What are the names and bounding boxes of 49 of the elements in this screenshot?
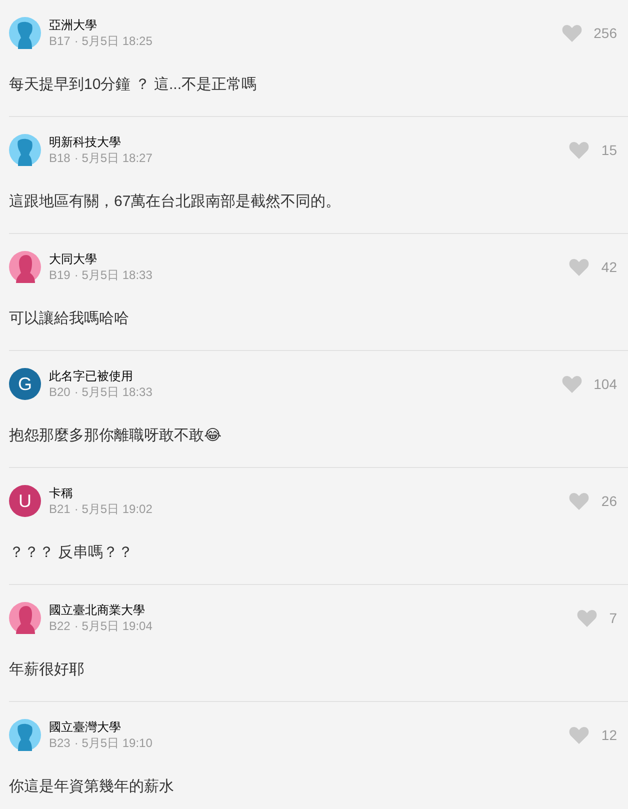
like-count: 104 [594, 376, 617, 392]
floor-number: B23 [49, 735, 70, 751]
post-time: · 5月5日 19:02 [74, 501, 152, 517]
post-time: · 5月5日 18:27 [74, 150, 152, 166]
author-name: 亞洲大學 [49, 17, 98, 33]
floor-number: B22 [49, 618, 70, 634]
floor-number: B18 [49, 150, 70, 166]
heart-icon[interactable] [562, 24, 582, 42]
heart-icon[interactable] [577, 609, 598, 627]
comment-text: 這跟地區有關，67萬在台北跟南部是截然不同的。 [9, 192, 342, 212]
floor-number: B19 [49, 267, 70, 283]
avatar-icon [9, 602, 41, 634]
heart-icon[interactable] [569, 492, 590, 510]
heart-icon[interactable] [569, 726, 590, 744]
heart-icon[interactable] [562, 375, 582, 393]
like-count: 26 [601, 493, 617, 509]
avatar-icon [9, 719, 41, 751]
comment-text: 每天提早到10分鐘 ？ 這...不是正常嗎 [9, 75, 258, 95]
heart-icon[interactable] [569, 141, 590, 159]
like-count: 15 [601, 142, 617, 158]
author-name: 明新科技大學 [49, 134, 122, 150]
heart-icon[interactable] [569, 258, 590, 276]
avatar-icon [9, 251, 41, 283]
floor-number: B20 [49, 384, 70, 400]
author-name: 大同大學 [49, 251, 98, 267]
post-time: · 5月5日 18:33 [74, 384, 152, 400]
author-name: 卡稱 [49, 485, 74, 501]
comment-text: 可以讓給我嗎哈哈 [9, 309, 130, 329]
like-count: 256 [594, 25, 617, 41]
avatar: U [9, 485, 41, 517]
post-time: · 5月5日 19:10 [74, 735, 152, 751]
comment-text: ？？？ 反串嗎？？ [9, 543, 134, 563]
avatar-icon [9, 17, 41, 49]
post-time: · 5月5日 19:04 [74, 618, 152, 634]
post-time: · 5月5日 18:25 [74, 33, 152, 49]
avatar-icon [9, 134, 41, 166]
like-count: 7 [609, 610, 617, 626]
floor-number: B17 [49, 33, 70, 49]
like-count: 42 [601, 259, 617, 275]
comment-text: 年薪很好耶 [9, 660, 85, 680]
avatar: G [9, 368, 41, 400]
author-name: 國立臺灣大學 [49, 719, 122, 735]
comment-text: 你這是年資第幾年的薪水 [9, 777, 175, 797]
like-count: 12 [601, 727, 617, 743]
author-name: 此名字已被使用 [49, 368, 134, 384]
floor-number: B21 [49, 501, 70, 517]
author-name: 國立臺北商業大學 [49, 602, 146, 618]
comment-text: 抱怨那麼多那你離職呀敢不敢😂 [9, 426, 223, 446]
post-time: · 5月5日 18:33 [74, 267, 152, 283]
